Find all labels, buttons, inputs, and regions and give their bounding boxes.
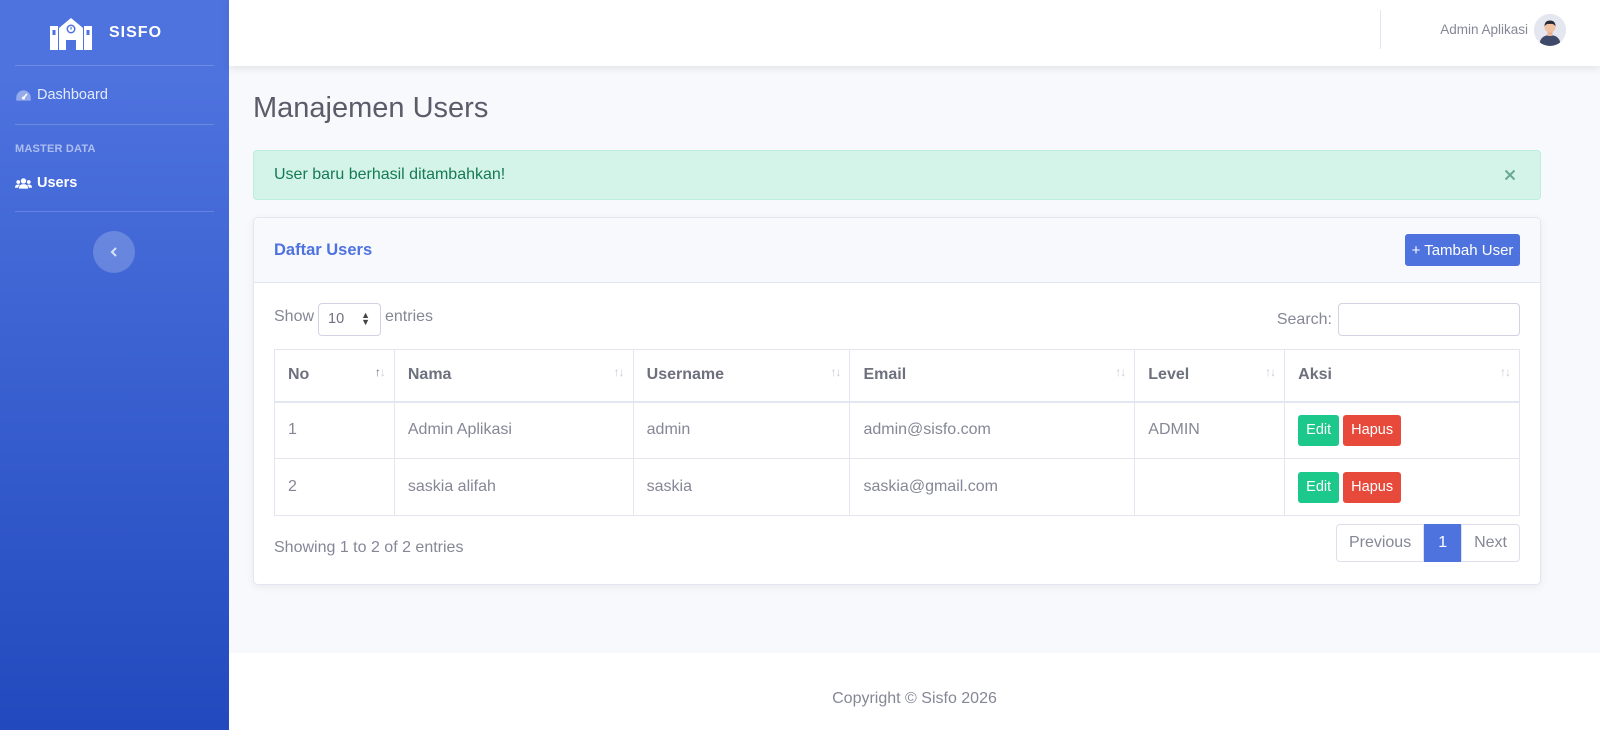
sort-icon: ↑↓ <box>1265 365 1276 379</box>
cell-level: ADMIN <box>1134 401 1286 459</box>
sort-icon: ↑↓ <box>1500 365 1511 379</box>
show-label: Show <box>274 308 315 325</box>
cell-aksi: Edit Hapus <box>1284 458 1520 516</box>
sort-icon: ↑↓ <box>1115 365 1126 379</box>
success-alert: User baru berhasil ditambahkan! <box>253 150 1541 200</box>
column-header-level[interactable]: Level ↑↓ <box>1134 349 1286 403</box>
close-icon <box>1504 169 1516 181</box>
edit-button[interactable]: Edit <box>1298 471 1340 503</box>
user-avatar-icon <box>1534 14 1566 46</box>
pagination-page-1[interactable]: 1 <box>1424 524 1462 562</box>
edit-button[interactable]: Edit <box>1298 414 1340 446</box>
column-header-username[interactable]: Username ↑↓ <box>632 349 851 403</box>
table-info: Showing 1 to 2 of 2 entries <box>274 539 464 556</box>
search-input[interactable] <box>1338 303 1520 336</box>
pagination-previous[interactable]: Previous <box>1335 524 1425 562</box>
entries-label: entries <box>385 308 434 325</box>
cell-no: 1 <box>274 401 395 459</box>
search-label: Search: <box>1276 311 1332 328</box>
column-header-email[interactable]: Email ↑↓ <box>849 349 1136 403</box>
sidebar-heading: MASTER DATA <box>15 143 96 155</box>
tachometer-icon <box>16 89 31 101</box>
cell-email: admin@sisfo.com <box>849 401 1136 459</box>
column-header-aksi[interactable]: Aksi ↑↓ <box>1284 349 1520 403</box>
cell-no: 2 <box>274 458 395 516</box>
school-logo-icon <box>50 17 92 50</box>
select-caret-icon: ▲ ▼ <box>361 310 370 327</box>
sort-icon: ↑↓ <box>830 365 841 379</box>
sort-icon: ↑↓ <box>613 365 625 379</box>
sidebar-item-dashboard[interactable]: Dashboard <box>0 66 229 124</box>
sidebar-item-label: Dashboard <box>37 87 108 103</box>
add-user-button[interactable]: + Tambah User <box>1405 234 1520 266</box>
chevron-left-icon <box>110 247 117 257</box>
topbar: Admin Aplikasi <box>229 0 1600 66</box>
pagination: Previous 1 Next <box>1335 524 1520 562</box>
sort-icon: ↑↓ <box>374 365 386 379</box>
column-header-nama[interactable]: Nama ↑↓ <box>393 349 634 403</box>
table-row: 2 saskia alifah saskia saskia@gmail.com … <box>274 458 1520 516</box>
cell-level <box>1134 458 1286 516</box>
sidebar-item-label: Users <box>37 175 78 191</box>
pagination-next[interactable]: Next <box>1461 524 1520 562</box>
column-header-no[interactable]: No ↑↓ <box>274 349 395 403</box>
table-header-row: No ↑↓ Nama ↑↓ Username ↑↓ Email ↑↓ Level ↑↓ A… <box>274 349 1520 403</box>
page-title: Manajemen Users <box>253 92 489 124</box>
entries-length-value: 10 <box>328 311 345 327</box>
topbar-divider <box>1380 10 1381 49</box>
cell-username: admin <box>632 401 851 459</box>
delete-button[interactable]: Hapus <box>1343 414 1402 446</box>
cell-nama: Admin Aplikasi <box>393 401 634 459</box>
alert-close-button[interactable] <box>1500 165 1520 185</box>
users-card: Daftar Users + Tambah User Show 10 ▲ ▼ en… <box>253 217 1541 585</box>
cell-aksi: Edit Hapus <box>1284 401 1520 459</box>
sidebar-divider <box>15 211 214 212</box>
users-table: No ↑↓ Nama ↑↓ Username ↑↓ Email ↑↓ Level ↑↓ A… <box>274 349 1520 516</box>
sidebar-item-users[interactable]: Users <box>0 155 229 211</box>
brand-name: SISFO <box>109 23 163 41</box>
sidebar-toggle-button[interactable] <box>93 231 135 273</box>
alert-message: User baru berhasil ditambahkan! <box>274 166 506 183</box>
sidebar-brand[interactable]: SISFO <box>0 0 229 65</box>
cell-username: saskia <box>632 458 851 516</box>
delete-button[interactable]: Hapus <box>1343 471 1402 503</box>
copyright: Copyright © Sisfo 2026 <box>832 690 997 707</box>
table-row: 1 Admin Aplikasi admin admin@sisfo.com A… <box>274 401 1520 459</box>
users-icon <box>15 177 32 189</box>
card-title: Daftar Users <box>274 241 373 259</box>
user-name[interactable]: Admin Aplikasi <box>1440 22 1528 37</box>
cell-email: saskia@gmail.com <box>849 458 1136 516</box>
card-header: Daftar Users + Tambah User <box>254 218 1540 283</box>
entries-length-select[interactable]: 10 ▲ ▼ <box>318 303 381 336</box>
sidebar: SISFO Dashboard MASTER DATA Users <box>0 0 229 730</box>
cell-nama: saskia alifah <box>393 458 634 516</box>
footer: Copyright © Sisfo 2026 <box>229 653 1600 730</box>
avatar[interactable] <box>1534 14 1566 46</box>
